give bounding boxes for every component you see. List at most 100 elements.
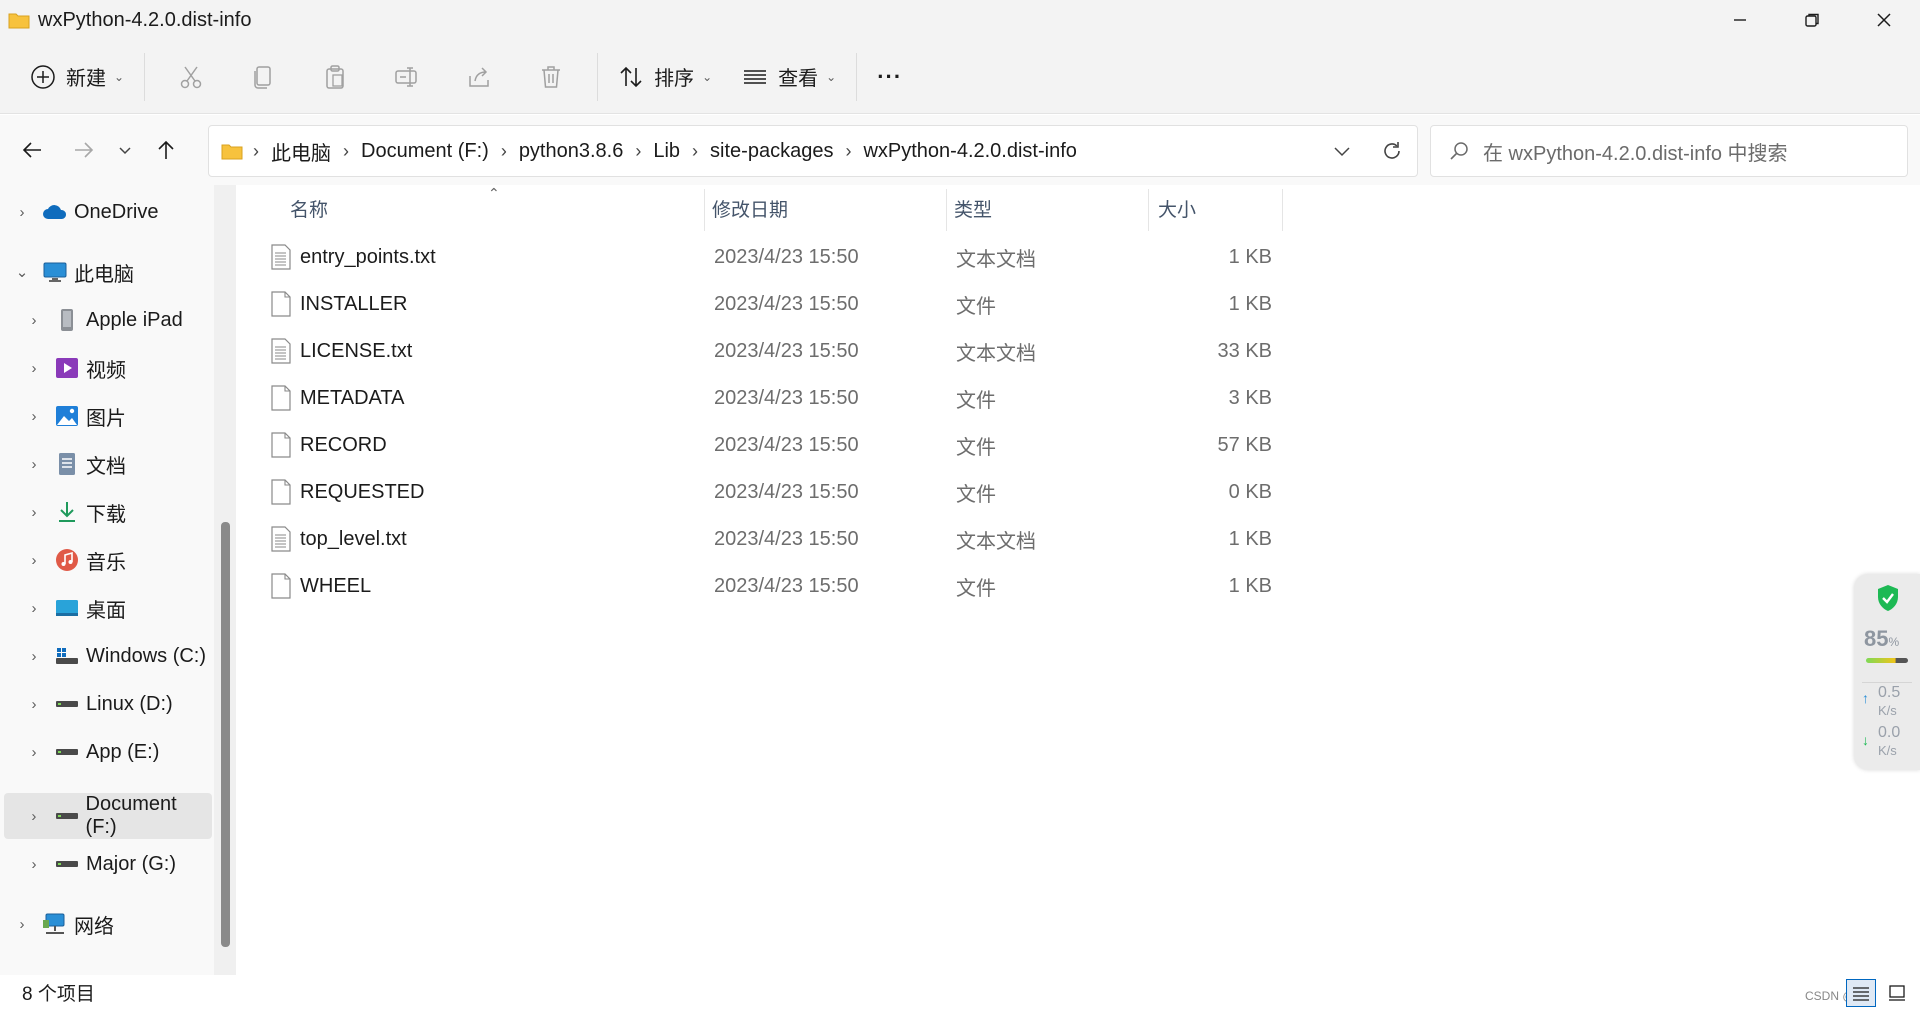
search-input[interactable]: 在 wxPython-4.2.0.dist-info 中搜索	[1483, 137, 1788, 166]
sidebar-item-linux-d[interactable]: › Linux (D:)	[0, 681, 214, 727]
sort-button[interactable]: 排序 ⌄	[608, 52, 722, 102]
file-row[interactable]: INSTALLER 2023/4/23 15:50 文件 1 KB	[270, 281, 1272, 327]
chevron-right-icon[interactable]: ›	[343, 141, 349, 162]
chevron-right-icon[interactable]: ›	[24, 808, 44, 825]
status-bar: 8 个项目 CSDN @	[0, 975, 1920, 1010]
breadcrumb-item-document-drive[interactable]: Document (F:)	[361, 140, 489, 163]
sidebar-item-network[interactable]: › 网络	[0, 901, 214, 947]
folder-icon	[221, 142, 243, 160]
breadcrumb-item-this-pc[interactable]: 此电脑	[271, 137, 331, 166]
paste-button[interactable]	[299, 52, 371, 102]
restore-button[interactable]	[1776, 0, 1848, 40]
view-button[interactable]: 查看 ⌄	[732, 52, 846, 102]
chevron-right-icon[interactable]: ›	[635, 141, 641, 162]
sidebar-item-app-e[interactable]: › App (E:)	[0, 729, 214, 775]
file-name: WHEEL	[300, 574, 372, 597]
minimize-button[interactable]	[1704, 0, 1776, 40]
sidebar-item-documents[interactable]: › 文档	[0, 441, 214, 487]
chevron-right-icon[interactable]: ›	[24, 696, 44, 713]
address-bar[interactable]: › 此电脑 › Document (F:) › python3.8.6 › Li…	[208, 125, 1418, 177]
cut-button[interactable]	[155, 52, 227, 102]
chevron-right-icon[interactable]: ›	[24, 600, 44, 617]
sidebar-item-this-pc[interactable]: ⌄ 此电脑	[0, 249, 214, 295]
delete-button[interactable]	[515, 52, 587, 102]
sidebar-item-label: 网络	[74, 915, 114, 938]
chevron-right-icon[interactable]: ›	[24, 408, 44, 425]
rename-button[interactable]	[371, 52, 443, 102]
sidebar-item-apple-ipad[interactable]: › Apple iPad	[0, 297, 214, 343]
ipad-icon	[54, 308, 80, 332]
desktop-icon	[54, 596, 80, 620]
copy-button[interactable]	[227, 52, 299, 102]
chevron-right-icon[interactable]: ›	[24, 552, 44, 569]
sidebar-item-major-g[interactable]: › Major (G:)	[0, 841, 214, 887]
file-size: 1 KB	[1228, 527, 1272, 550]
column-header-type[interactable]: 类型	[954, 185, 992, 231]
sidebar-item-label: Apple iPad	[86, 308, 183, 331]
column-header-date[interactable]: 修改日期	[712, 185, 788, 231]
column-divider[interactable]	[704, 189, 705, 231]
file-row[interactable]: WHEEL 2023/4/23 15:50 文件 1 KB	[270, 563, 1272, 609]
refresh-button[interactable]	[1367, 126, 1417, 176]
file-row[interactable]: REQUESTED 2023/4/23 15:50 文件 0 KB	[270, 469, 1272, 515]
file-date: 2023/4/23 15:50	[714, 574, 859, 597]
chevron-right-icon[interactable]: ›	[692, 141, 698, 162]
file-row[interactable]: entry_points.txt 2023/4/23 15:50 文本文档 1 …	[270, 234, 1272, 280]
column-header-name[interactable]: 名称	[290, 185, 328, 231]
new-button[interactable]: 新建 ⌄	[20, 52, 134, 102]
download-unit: K/s	[1878, 743, 1897, 758]
file-row[interactable]: METADATA 2023/4/23 15:50 文件 3 KB	[270, 375, 1272, 421]
window-controls	[1704, 0, 1920, 40]
scrollbar-thumb[interactable]	[221, 522, 230, 947]
chevron-right-icon[interactable]: ›	[24, 744, 44, 761]
chevron-right-icon[interactable]: ›	[24, 648, 44, 665]
address-history-button[interactable]	[1317, 126, 1367, 176]
column-divider[interactable]	[1282, 189, 1283, 231]
more-options-button[interactable]: ···	[867, 52, 912, 102]
chevron-right-icon[interactable]: ›	[24, 856, 44, 873]
preview-view-button[interactable]	[1882, 979, 1912, 1007]
chevron-right-icon[interactable]: ›	[24, 504, 44, 521]
sidebar-item-downloads[interactable]: › 下载	[0, 489, 214, 535]
chevron-right-icon[interactable]: ›	[24, 456, 44, 473]
column-header-size[interactable]: 大小	[1158, 185, 1196, 231]
sidebar-item-videos[interactable]: › 视频	[0, 345, 214, 391]
sidebar-item-pictures[interactable]: › 图片	[0, 393, 214, 439]
column-divider[interactable]	[946, 189, 947, 231]
sidebar-item-windows-c[interactable]: › Windows (C:)	[0, 633, 214, 679]
sidebar-item-desktop[interactable]: › 桌面	[0, 585, 214, 631]
breadcrumb-item-python[interactable]: python3.8.6	[519, 140, 624, 163]
sidebar-item-music[interactable]: › 音乐	[0, 537, 214, 583]
toolbar-divider	[144, 52, 146, 101]
recent-locations-button[interactable]	[110, 124, 140, 176]
share-button[interactable]	[443, 52, 515, 102]
back-button[interactable]	[6, 124, 58, 176]
file-row[interactable]: LICENSE.txt 2023/4/23 15:50 文本文档 33 KB	[270, 328, 1272, 374]
close-button[interactable]	[1848, 0, 1920, 40]
sort-label: 排序	[654, 68, 695, 90]
file-name-cell: LICENSE.txt	[270, 328, 412, 374]
chevron-down-icon: ⌄	[702, 69, 713, 84]
file-name: REQUESTED	[300, 480, 425, 503]
sidebar-item-onedrive[interactable]: › OneDrive	[0, 189, 214, 235]
chevron-right-icon[interactable]: ›	[24, 312, 44, 329]
chevron-right-icon[interactable]: ›	[12, 916, 32, 933]
file-row[interactable]: RECORD 2023/4/23 15:50 文件 57 KB	[270, 422, 1272, 468]
column-divider[interactable]	[1148, 189, 1149, 231]
sidebar-item-document-f[interactable]: › Document (F:)	[4, 793, 212, 839]
details-view-button[interactable]	[1846, 979, 1876, 1007]
up-button[interactable]	[140, 124, 192, 176]
file-row[interactable]: top_level.txt 2023/4/23 15:50 文本文档 1 KB	[270, 516, 1272, 562]
breadcrumb-item-current[interactable]: wxPython-4.2.0.dist-info	[863, 140, 1076, 163]
breadcrumb-item-site-packages[interactable]: site-packages	[710, 140, 833, 163]
chevron-right-icon[interactable]: ›	[12, 204, 32, 221]
chevron-down-icon[interactable]: ⌄	[12, 263, 32, 281]
breadcrumb-item-lib[interactable]: Lib	[653, 140, 680, 163]
network-monitor-widget[interactable]: 85% ↑ 0.5 K/s ↓ 0.0 K/s	[1854, 574, 1920, 770]
sidebar-item-label: 此电脑	[74, 263, 134, 286]
forward-button[interactable]	[58, 124, 110, 176]
chevron-right-icon[interactable]: ›	[24, 360, 44, 377]
search-box[interactable]: 在 wxPython-4.2.0.dist-info 中搜索	[1430, 125, 1908, 177]
chevron-right-icon[interactable]: ›	[501, 141, 507, 162]
chevron-right-icon[interactable]: ›	[845, 141, 851, 162]
